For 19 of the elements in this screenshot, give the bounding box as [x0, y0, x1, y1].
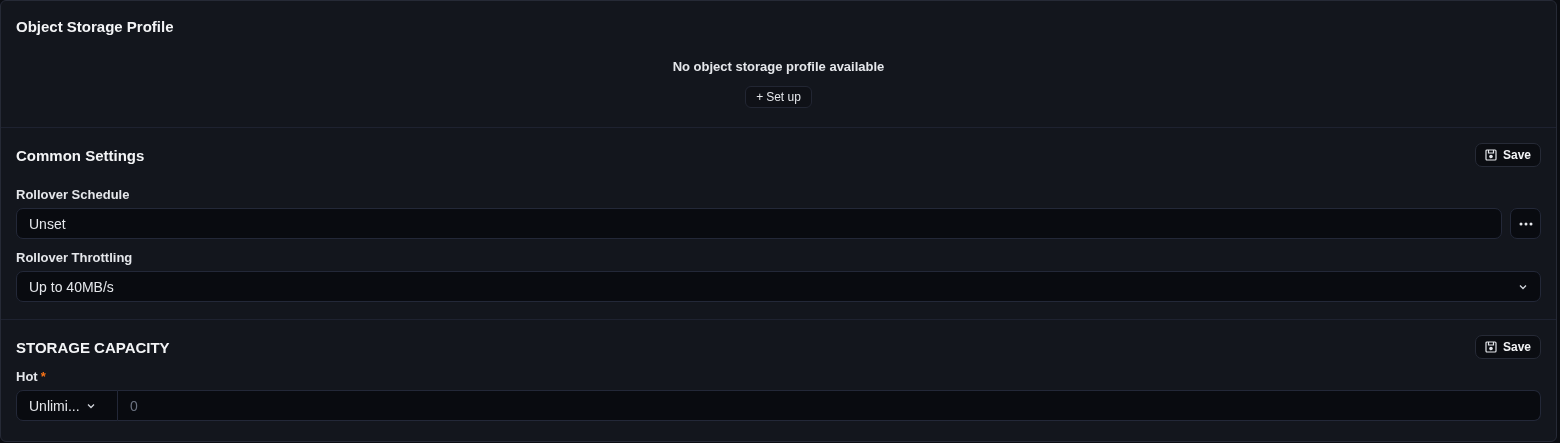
capacity-input[interactable]: 0 — [118, 390, 1541, 421]
required-mark: * — [40, 369, 46, 384]
throttling-dropdown[interactable]: Up to 40MB/s — [16, 271, 1541, 302]
more-icon — [1518, 221, 1533, 226]
field-label: Hot — [16, 369, 38, 384]
schedule-field[interactable]: Unset — [16, 208, 1502, 239]
save-button[interactable]: Save — [1474, 335, 1541, 359]
empty-message: No object storage profile available — [672, 59, 885, 74]
section-title: Common Settings — [16, 146, 145, 164]
field-label: Rollover Throttling — [16, 250, 133, 265]
unit-dropdown[interactable]: Unlimi... — [16, 390, 118, 421]
setup-button[interactable]: + Set up — [745, 86, 812, 108]
section-title: Object Storage Profile — [16, 18, 175, 35]
save-button[interactable]: Save — [1474, 143, 1541, 167]
save-icon — [1484, 149, 1497, 161]
more-button[interactable] — [1510, 208, 1541, 239]
field-label: Rollover Schedule — [16, 187, 130, 202]
save-icon — [1484, 341, 1497, 353]
section-title: STORAGE CAPACITY — [16, 338, 170, 356]
